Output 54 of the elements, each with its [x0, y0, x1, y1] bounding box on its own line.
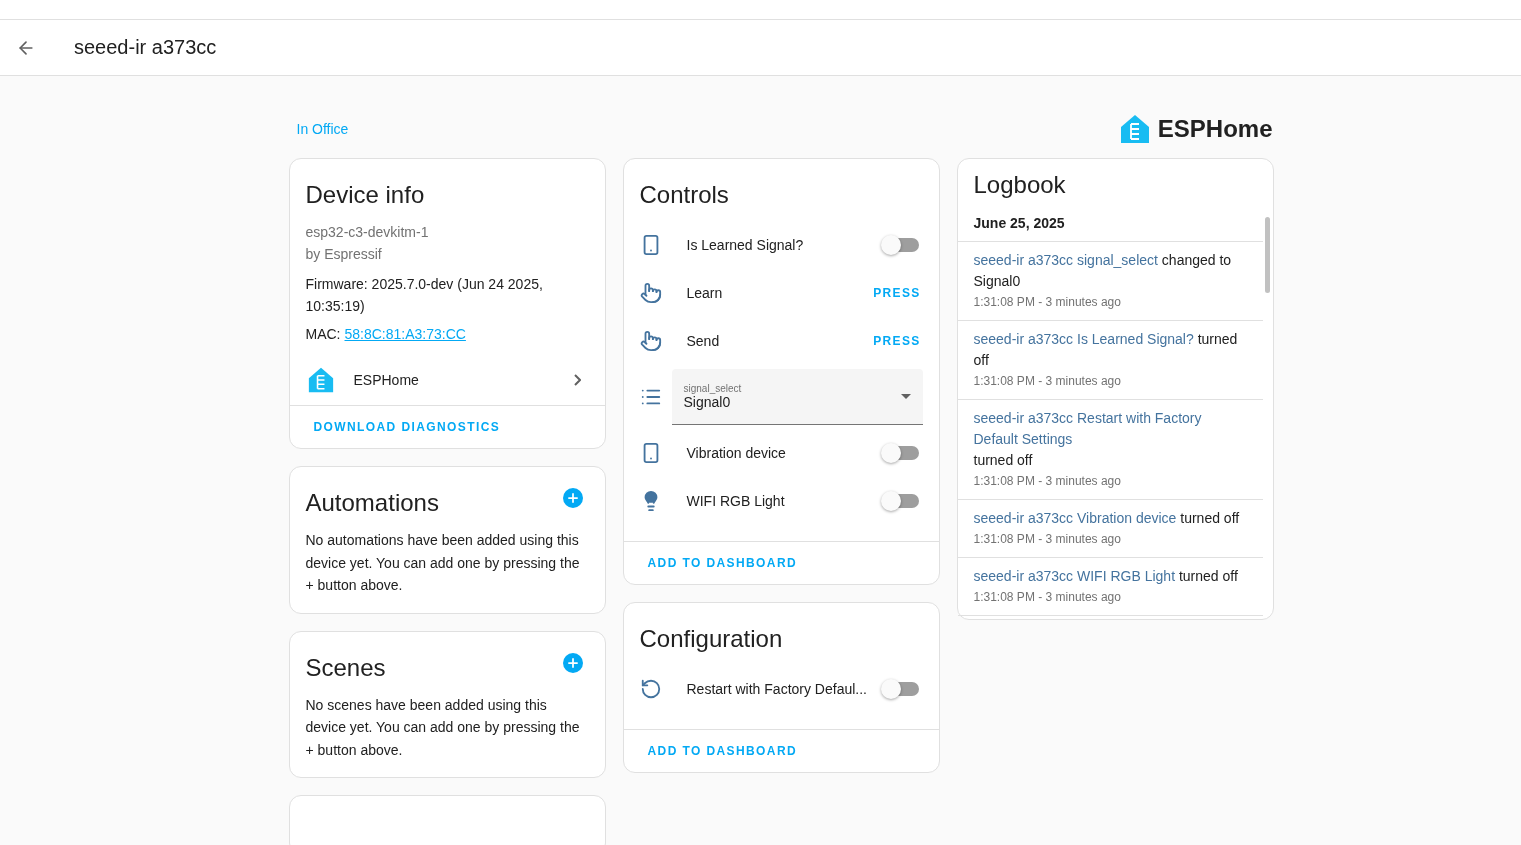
toggle-switch[interactable] [882, 446, 919, 460]
log-message: seeed-ir a373cc Restart with Factory Default Settings turned off [973, 408, 1247, 471]
log-message: seeed-ir a373cc Is Learned Signal? turned off [973, 329, 1239, 370]
entity-name: Learn [686, 285, 724, 301]
entity-link[interactable]: seeed-ir a373cc WIFI RGB Light [973, 566, 1176, 587]
log-message: seeed-ir a373cc signal_select changed to Signal0 [973, 250, 1233, 291]
page-title: seeed-ir a373cc [74, 36, 217, 59]
plus-icon [565, 491, 580, 505]
pointer-tap-icon [639, 282, 662, 304]
entity-name: Restart with Factory Defaul... [686, 681, 868, 697]
card-title: Scenes [304, 652, 387, 683]
card-title: Configuration [638, 624, 784, 654]
entity-link[interactable]: seeed-ir a373cc Is Learned Signal? [973, 329, 1194, 350]
restart-icon [639, 678, 662, 700]
card-title: Logbook [972, 170, 1067, 200]
house-logo-icon [307, 367, 334, 393]
entity-link[interactable]: seeed-ir a373cc Vibration device [973, 508, 1177, 529]
card-title: Device info [304, 180, 426, 210]
entity-link[interactable]: seeed-ir a373cc signal_select [973, 250, 1158, 271]
log-message: seeed-ir a373cc WIFI RGB Light turned off [973, 566, 1247, 587]
add-button[interactable] [562, 488, 583, 508]
entity-name: WIFI RGB Light [686, 493, 786, 509]
integration-item[interactable]: ESPHome [289, 353, 605, 405]
empty-state-text: No automations have been added using this device yet. You can add one by pressing the + button above. [304, 531, 581, 595]
card-title: Automations [304, 488, 440, 518]
toggle-switch[interactable] [882, 682, 919, 696]
device-manufacturer: by Espressif [304, 245, 383, 264]
empty-state-text: No scenes have been added using this device yet. You can add one by pressing the + button above. [304, 695, 581, 760]
dropdown-caret-icon [900, 394, 911, 399]
mac-label: MAC: [305, 325, 341, 344]
pointer-tap-icon [639, 330, 662, 352]
log-time: 1:31:08 PM - 3 minutes ago [973, 473, 1122, 490]
firmware-text: Firmware: 2025.7.0-dev (Jun 24 2025, 10:35:19) [304, 275, 544, 316]
select-field[interactable]: signal_select Signal0 [671, 369, 923, 425]
log-time: 1:31:08 PM - 3 minutes ago [973, 531, 1122, 548]
plus-icon [565, 655, 580, 670]
house-logo-icon [1119, 114, 1150, 144]
entity-name: Vibration device [686, 445, 787, 461]
log-message: seeed-ir a373cc Vibration device turned off [973, 508, 1247, 529]
log-date: June 25, 2025 [957, 207, 1263, 242]
toggle-switch[interactable] [882, 494, 919, 508]
brand-name: ESPHome [1157, 115, 1273, 143]
device-model: esp32-c3-devkitm-1 [304, 223, 430, 242]
log-time: 1:31:08 PM - 3 minutes ago [973, 373, 1122, 390]
mac-link[interactable]: 58:8C:81:A3:73:CC [344, 323, 466, 345]
entity-name: Send [686, 333, 721, 349]
toggle-switch[interactable] [882, 238, 919, 252]
entity-name: Is Learned Signal? [686, 237, 805, 253]
entity-link[interactable]: seeed-ir a373cc Restart with Factory Default Settings [973, 408, 1247, 450]
chevron-right-icon [573, 374, 581, 386]
log-time: 1:31:08 PM - 3 minutes ago [973, 294, 1122, 311]
log-time: 1:31:08 PM - 3 minutes ago [973, 589, 1122, 606]
card-title: Controls [638, 180, 730, 210]
add-button[interactable] [562, 652, 583, 673]
